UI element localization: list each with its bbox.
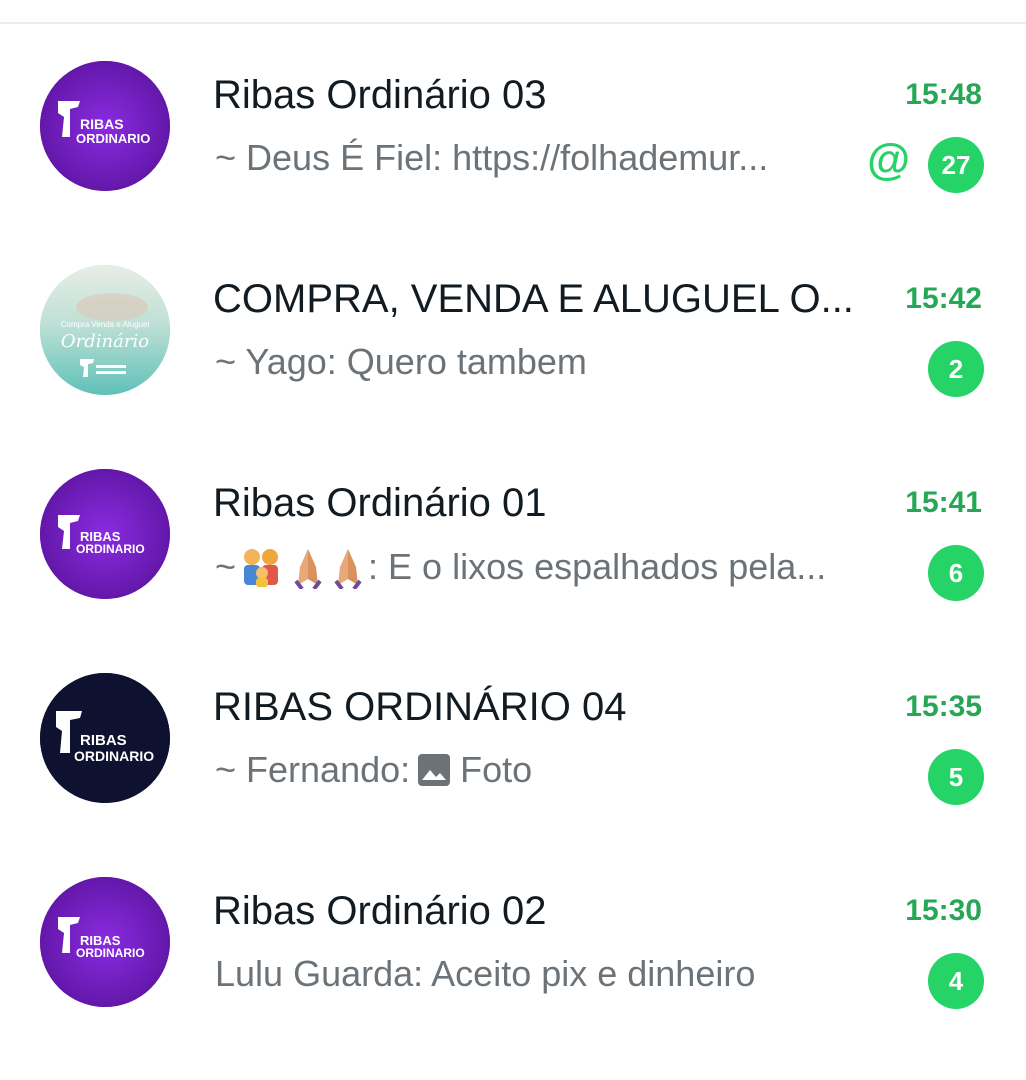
- chat-title: RIBAS ORDINÁRIO 04: [213, 685, 627, 729]
- unread-badge: 5: [928, 749, 984, 805]
- mention-icon: @: [867, 135, 910, 184]
- preview-prefix: ~: [215, 546, 237, 587]
- group-avatar[interactable]: Compra Venda e Aluguel Ordinário: [40, 265, 170, 395]
- ribas-logo-icon: RIBAS ORDINARIO: [40, 673, 170, 803]
- svg-text:Ordinário: Ordinário: [61, 331, 149, 352]
- preview-text: Foto: [460, 749, 533, 790]
- preview-sender: ~ Fernando:: [215, 749, 411, 790]
- family-emoji-icon: [238, 545, 286, 589]
- group-avatar[interactable]: RIBAS ORDINARIO: [40, 61, 170, 191]
- chat-title: Ribas Ordinário 03: [213, 73, 547, 117]
- praying-hands-icon: [330, 545, 366, 589]
- preview-text: ~ Yago: Quero tambem: [215, 341, 587, 382]
- chat-preview: ~: E o lixos espalhados pela...: [215, 545, 855, 589]
- ribas-logo-icon: RIBAS ORDINARIO: [40, 469, 170, 599]
- chat-preview: Lulu Guarda: Aceito pix e dinheiro: [215, 953, 855, 995]
- unread-badge: 4: [928, 953, 984, 1009]
- group-avatar[interactable]: RIBAS ORDINARIO: [40, 469, 170, 599]
- chat-title: Ribas Ordinário 01: [213, 481, 547, 525]
- svg-text:ORDINARIO: ORDINARIO: [76, 946, 145, 960]
- chat-list: RIBAS ORDINARIO Ribas Ordinário 03 15:48…: [0, 24, 1026, 1044]
- chat-item-ribas-ordinario-03[interactable]: RIBAS ORDINARIO Ribas Ordinário 03 15:48…: [0, 24, 1026, 228]
- svg-text:RIBAS: RIBAS: [80, 116, 124, 132]
- chat-time: 15:30: [905, 894, 982, 927]
- chat-title: Ribas Ordinário 02: [213, 889, 547, 933]
- svg-text:ORDINARIO: ORDINARIO: [74, 748, 154, 764]
- chat-title: COMPRA, VENDA E ALUGUEL O...: [213, 277, 854, 321]
- svg-text:ORDINARIO: ORDINARIO: [76, 542, 145, 556]
- unread-badge: 2: [928, 341, 984, 397]
- chat-item-ribas-ordinario-01[interactable]: RIBAS ORDINARIO Ribas Ordinário 01 15:41…: [0, 432, 1026, 636]
- preview-text: ~ Deus É Fiel: https://folhademur...: [215, 137, 769, 178]
- chat-time: 15:35: [905, 690, 982, 723]
- chat-time: 15:48: [905, 78, 982, 111]
- photo-icon: [416, 752, 452, 788]
- svg-text:ORDINARIO: ORDINARIO: [76, 131, 150, 146]
- ribas-logo-icon: RIBAS ORDINARIO: [40, 61, 170, 191]
- ribas-logo-icon: RIBAS ORDINARIO: [40, 877, 170, 1007]
- unread-badge: 27: [928, 137, 984, 193]
- chat-time: 15:42: [905, 282, 982, 315]
- group-avatar[interactable]: RIBAS ORDINARIO: [40, 673, 170, 803]
- unread-badge: 6: [928, 545, 984, 601]
- chat-preview: ~ Fernando: Foto: [215, 749, 855, 791]
- chat-item-ribas-ordinario-02[interactable]: RIBAS ORDINARIO Ribas Ordinário 02 15:30…: [0, 840, 1026, 1044]
- chat-item-compra-venda-aluguel[interactable]: Compra Venda e Aluguel Ordinário COMPRA,…: [0, 228, 1026, 432]
- chat-preview: ~ Yago: Quero tambem: [215, 341, 855, 383]
- svg-text:RIBAS: RIBAS: [80, 732, 127, 749]
- chat-item-ribas-ordinario-04[interactable]: RIBAS ORDINARIO RIBAS ORDINÁRIO 04 15:35…: [0, 636, 1026, 840]
- preview-text: Lulu Guarda: Aceito pix e dinheiro: [215, 953, 756, 994]
- preview-text: : E o lixos espalhados pela...: [368, 546, 827, 587]
- group-avatar[interactable]: RIBAS ORDINARIO: [40, 877, 170, 1007]
- chat-preview: ~ Deus É Fiel: https://folhademur...: [215, 137, 855, 179]
- compra-venda-logo-icon: Compra Venda e Aluguel Ordinário: [40, 265, 170, 395]
- praying-hands-icon: [290, 545, 326, 589]
- svg-text:Compra Venda e Aluguel: Compra Venda e Aluguel: [61, 320, 150, 329]
- chat-time: 15:41: [905, 486, 982, 519]
